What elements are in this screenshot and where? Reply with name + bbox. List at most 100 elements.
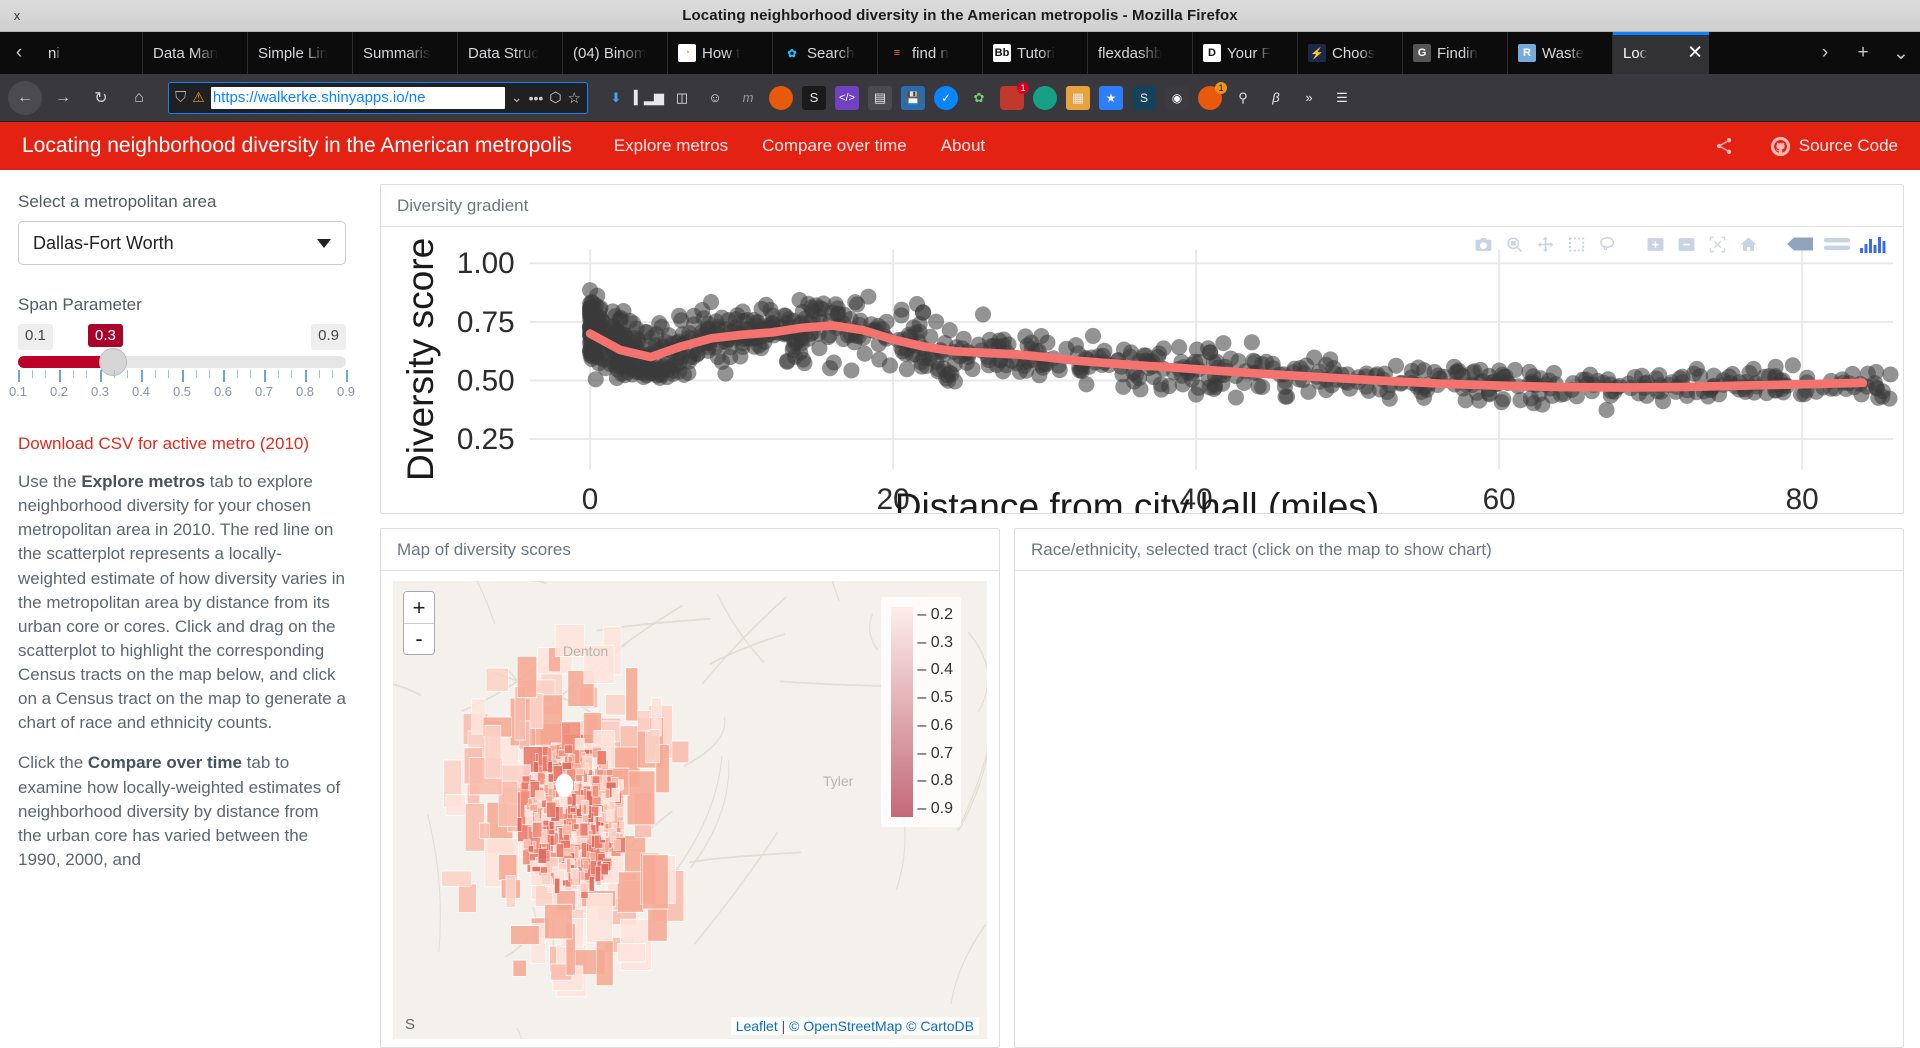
b-extension-icon[interactable]: β (1264, 86, 1288, 110)
downloads-icon[interactable]: ⬇ (604, 86, 628, 110)
lasso-select-icon[interactable] (1596, 233, 1618, 255)
search-toolbar-icon[interactable]: ⚲ (1231, 86, 1255, 110)
nav-about[interactable]: About (941, 136, 985, 156)
browser-tab[interactable]: Data Man (143, 32, 248, 74)
leaflet-map[interactable]: Denton Tyler + - – 0.2– 0.3– 0.4– 0.5– 0… (393, 581, 987, 1039)
tab-list[interactable]: ni Data Man Simple Lin Summaris Data Struc (0… (38, 32, 1806, 74)
attribution-leaflet-link[interactable]: Leaflet (736, 1018, 778, 1034)
hover-compare-icon[interactable] (1824, 233, 1850, 255)
map-zoom-controls[interactable]: + - (403, 591, 435, 655)
slider-tick (223, 370, 225, 382)
browser-tab[interactable]: (04) Binom (563, 32, 668, 74)
reload-button[interactable]: ↻ (84, 81, 118, 115)
bookmark-star-icon[interactable]: ☆ (568, 89, 581, 107)
account-icon[interactable]: ☺ (703, 86, 727, 110)
browser-tab[interactable]: Simple Lin (248, 32, 353, 74)
diversity-gradient-body[interactable]: 0.25 0.50 0.75 1.00 0 20 40 60 80 Diversity score… (381, 227, 1903, 513)
pan-icon[interactable] (1534, 233, 1556, 255)
race-ethnicity-body[interactable] (1015, 571, 1903, 1047)
window-close-button[interactable]: x (8, 7, 26, 25)
nav-compare-over-time[interactable]: Compare over time (762, 136, 907, 156)
browser-tab-label: (04) Binom (573, 44, 647, 62)
map-panel-body[interactable]: Denton Tyler + - – 0.2– 0.3– 0.4– 0.5– 0… (381, 571, 999, 1047)
grid-extension-icon[interactable]: ▦ (1066, 85, 1090, 110)
scatter-plot[interactable]: 0.250.500.751.000 20 40 60 80Diversity score… (381, 227, 1903, 513)
ublock-origin-icon[interactable]: 1 (1000, 81, 1029, 110)
leaf-extension-icon[interactable]: ✿ (967, 86, 991, 110)
source-code-link[interactable]: Source Code (1770, 136, 1898, 157)
reset-home-icon[interactable] (1737, 233, 1759, 255)
share-button[interactable] (1714, 136, 1734, 156)
back-button[interactable]: ← (8, 80, 42, 115)
zoom-out-icon[interactable] (1675, 233, 1697, 255)
nav-explore-metros[interactable]: Explore metros (614, 136, 728, 156)
extension-toolbar[interactable]: ⬇ ▍▂▆ ◫ ☺ m S </> ▤ 💾 ✓ ✿ 1 ▦ ★ S ◉ 1 ⚲ … (600, 81, 1912, 110)
s-extension-icon[interactable]: S (802, 85, 826, 110)
dark-extension-icon[interactable]: ◉ (1165, 85, 1189, 110)
new-tab-button[interactable]: + (1844, 32, 1882, 74)
extension-alert-badge: 1 (1215, 81, 1227, 94)
browser-tab[interactable]: R Waste (1508, 32, 1613, 74)
zoom-in-icon[interactable] (1644, 233, 1666, 255)
mendeley-icon[interactable]: m (736, 86, 760, 110)
box-select-icon[interactable] (1565, 233, 1587, 255)
browser-tabstrip[interactable]: ‹ ni Data Man Simple Lin Summaris Data Struc… (0, 32, 1920, 74)
zoom-in-button[interactable]: + (404, 592, 434, 623)
autoscale-icon[interactable] (1706, 233, 1728, 255)
browser-tab[interactable]: Bb Tutori (983, 32, 1088, 74)
zoom-out-button[interactable]: - (404, 623, 434, 654)
page-actions-icon[interactable]: ••• (529, 90, 544, 106)
orange-extension-icon[interactable] (769, 85, 793, 110)
browser-tab-active[interactable]: Loc ✕ (1613, 32, 1709, 74)
metro-select[interactable]: Dallas-Fort Worth (18, 221, 346, 265)
teal-extension-icon[interactable] (1033, 85, 1057, 110)
tab-close-icon[interactable]: ✕ (1687, 42, 1703, 65)
browser-tab[interactable]: ◔ How t (668, 32, 773, 74)
list-all-tabs-icon[interactable]: ⌄ (1882, 32, 1920, 74)
address-bar[interactable]: ⛉ ⚠ https://walkerke.shinyapps.io/ne ⌄ •… (168, 81, 588, 114)
scroll-tabs-left-icon[interactable]: ‹ (0, 32, 38, 74)
library-icon[interactable]: ▍▂▆ (634, 86, 664, 110)
browser-tab[interactable]: ni (38, 32, 143, 74)
lock-warning-icon[interactable]: ⚠ (192, 89, 205, 106)
browser-tab[interactable]: flexdashb (1088, 32, 1193, 74)
browser-tab[interactable]: Summaris (353, 32, 458, 74)
save-extension-icon[interactable]: 💾 (901, 85, 925, 110)
history-dropdown-icon[interactable]: ⌄ (511, 89, 523, 106)
orange2-extension-icon[interactable]: 1 (1198, 81, 1227, 110)
zoom-icon[interactable] (1503, 233, 1525, 255)
browser-tab[interactable]: ≡ find n (878, 32, 983, 74)
plotly-modebar[interactable] (1472, 233, 1889, 255)
y-axis-tick-label: 1.00 (457, 247, 515, 280)
shield-icon[interactable]: ⛉ (175, 89, 186, 106)
browser-navbar[interactable]: ← → ↻ ⌂ ⛉ ⚠ https://walkerke.shinyapps.i… (0, 74, 1920, 122)
bookmark-extension-icon[interactable]: ★ (1099, 85, 1123, 110)
hamburger-menu-icon[interactable]: ☰ (1330, 86, 1354, 110)
url-text[interactable]: https://walkerke.shinyapps.io/ne (210, 86, 505, 109)
browser-tab[interactable]: G Findin (1403, 32, 1508, 74)
notes-extension-icon[interactable]: ▤ (868, 85, 892, 110)
plotly-logo-icon[interactable] (1859, 233, 1889, 255)
sidebar-toggle-icon[interactable]: ◫ (670, 86, 694, 110)
download-csv-link[interactable]: Download CSV for active metro (2010) (18, 434, 346, 454)
overflow-icon[interactable]: » (1297, 86, 1321, 110)
browser-tab[interactable]: ✿ Search (773, 32, 878, 74)
browser-tab[interactable]: Data Struc (458, 32, 563, 74)
p2-bold: Compare over time (87, 753, 242, 773)
scroll-tabs-right-icon[interactable]: › (1806, 32, 1844, 74)
y-axis-tick-label: 0.50 (457, 364, 515, 397)
attribution-carto-link[interactable]: © CartoDB (906, 1018, 974, 1034)
attribution-osm-link[interactable]: © OpenStreetMap (789, 1018, 902, 1034)
forward-button[interactable]: → (46, 81, 80, 115)
pocket-icon[interactable]: ⬡ (549, 89, 561, 106)
home-button[interactable]: ⌂ (122, 81, 156, 115)
camera-icon[interactable] (1472, 233, 1494, 255)
check-extension-icon[interactable]: ✓ (934, 85, 958, 110)
code-extension-icon[interactable]: </> (835, 85, 859, 110)
hover-closest-icon[interactable] (1785, 233, 1815, 255)
s2-extension-icon[interactable]: S (1132, 85, 1156, 110)
span-slider[interactable] (18, 348, 346, 376)
browser-tab-label: flexdashb (1098, 44, 1163, 62)
browser-tab[interactable]: D Your F (1193, 32, 1298, 74)
browser-tab[interactable]: ⚡ Choos (1298, 32, 1403, 74)
